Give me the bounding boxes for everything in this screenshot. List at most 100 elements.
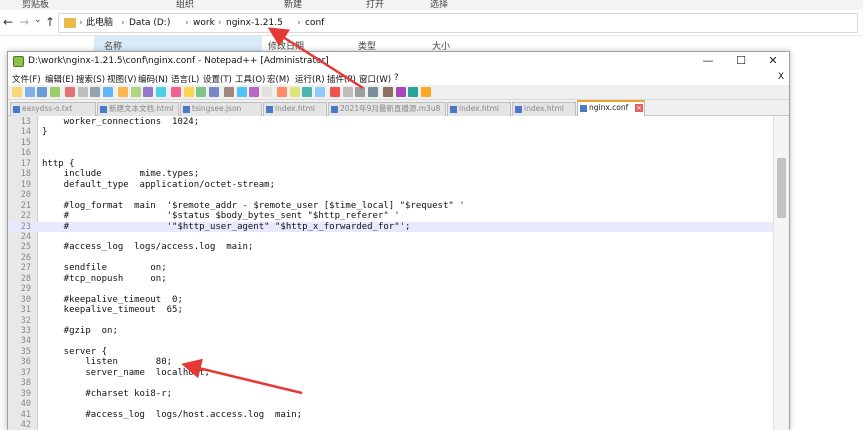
breadcrumb-work[interactable]: work bbox=[193, 17, 215, 29]
line-number: 36 bbox=[20, 357, 31, 368]
document-tab[interactable]: 2021年9月最新直播源.m3u8 bbox=[328, 102, 446, 116]
menu-run[interactable]: 运行(R) bbox=[295, 73, 325, 85]
code-line: 41 #access_log logs/host.access.log main… bbox=[8, 410, 773, 421]
line-text: keepalive_timeout 65; bbox=[42, 305, 183, 316]
maximize-button[interactable]: ☐ bbox=[731, 54, 751, 67]
menu-language[interactable]: 语言(L) bbox=[171, 73, 199, 85]
menu-encoding[interactable]: 编码(N) bbox=[138, 73, 168, 85]
code-line: 40 bbox=[8, 399, 773, 410]
undo-icon[interactable] bbox=[143, 87, 153, 97]
menu-tools[interactable]: 工具(O) bbox=[235, 73, 265, 85]
breadcrumb-conf[interactable]: conf bbox=[305, 17, 324, 29]
function-list-icon[interactable] bbox=[314, 87, 325, 97]
line-number: 27 bbox=[20, 263, 31, 274]
save-macro-icon[interactable] bbox=[408, 87, 418, 97]
line-text: worker_connections 1024; bbox=[42, 117, 200, 127]
save-all-icon[interactable] bbox=[49, 87, 60, 97]
line-number: 15 bbox=[20, 137, 31, 148]
document-tab[interactable]: index.html bbox=[447, 102, 511, 116]
save-icon[interactable] bbox=[37, 87, 47, 97]
zoom-in-icon[interactable] bbox=[196, 87, 206, 97]
stop-record-icon[interactable] bbox=[367, 87, 378, 97]
close-all-icon[interactable] bbox=[77, 87, 88, 97]
indent-guide-icon[interactable] bbox=[277, 87, 287, 97]
ribbon-group-organize: 组织 bbox=[176, 0, 195, 10]
address-bar[interactable]: › 此电脑 › Data (D:) › work › nginx-1.21.5 … bbox=[58, 13, 858, 33]
copy-icon[interactable] bbox=[118, 87, 128, 97]
paste-icon[interactable] bbox=[130, 87, 141, 97]
tab-label: index.html bbox=[524, 104, 564, 113]
menu-file[interactable]: 文件(F) bbox=[12, 73, 41, 85]
doc-map-icon[interactable] bbox=[302, 87, 312, 97]
breadcrumb-this-pc[interactable]: 此电脑 bbox=[86, 17, 113, 29]
close-icon[interactable] bbox=[65, 87, 75, 97]
tab-close-icon[interactable]: × bbox=[635, 104, 643, 112]
run-macro-icon[interactable] bbox=[395, 87, 406, 97]
code-editor[interactable]: 13 worker_connections 1024; 14} 15 16 17 http… bbox=[8, 116, 789, 430]
line-text: #gzip on; bbox=[42, 326, 118, 336]
vertical-scrollbar[interactable] bbox=[773, 116, 789, 430]
document-tab[interactable]: easydss-o.txt bbox=[10, 102, 96, 116]
menu-window[interactable]: 窗口(W) bbox=[359, 73, 391, 85]
close-button[interactable]: ✕ bbox=[763, 54, 783, 67]
line-number: 41 bbox=[20, 409, 31, 420]
ribbon-group-new: 新建 bbox=[284, 0, 303, 10]
line-number: 37 bbox=[20, 367, 31, 378]
udl-icon[interactable] bbox=[289, 87, 300, 97]
replace-icon[interactable] bbox=[183, 87, 194, 97]
document-tab[interactable]: index.html bbox=[263, 102, 327, 116]
menu-search[interactable]: 搜索(S) bbox=[76, 73, 105, 85]
menu-view[interactable]: 视图(V) bbox=[107, 73, 136, 85]
all-chars-icon[interactable] bbox=[261, 87, 272, 97]
tab-nginx-conf-active[interactable]: nginx.conf × bbox=[577, 100, 645, 116]
play-macro-icon[interactable] bbox=[383, 87, 393, 97]
history-dropdown-button[interactable]: ⌄ bbox=[34, 13, 42, 27]
new-file-icon[interactable] bbox=[12, 87, 22, 97]
word-wrap-icon[interactable] bbox=[249, 87, 259, 97]
sync-h-icon[interactable] bbox=[236, 87, 247, 97]
cut-icon[interactable] bbox=[102, 87, 113, 97]
line-number: 25 bbox=[20, 242, 31, 253]
spell-icon[interactable] bbox=[420, 87, 431, 97]
line-text: # '$status $body_bytes_sent "$http_refer… bbox=[42, 211, 400, 222]
breadcrumb-data-drive[interactable]: Data (D:) bbox=[129, 17, 170, 29]
scrollbar-thumb[interactable] bbox=[777, 158, 786, 218]
breadcrumb-separator: › bbox=[121, 18, 125, 28]
menu-plugins[interactable]: 插件(P) bbox=[327, 73, 356, 85]
up-button[interactable]: ↑ bbox=[45, 15, 55, 29]
code-line: 37 server_name localhost; bbox=[8, 368, 773, 379]
code-line: 36 listen 80; bbox=[8, 357, 773, 368]
line-number: 31 bbox=[20, 305, 31, 316]
tab-label: index.html bbox=[459, 104, 499, 113]
breadcrumb-separator: › bbox=[297, 18, 301, 28]
zoom-out-icon[interactable] bbox=[208, 87, 219, 97]
monitor-icon[interactable] bbox=[342, 87, 353, 97]
folder-workspace-icon[interactable] bbox=[330, 87, 340, 97]
document-tab[interactable]: tsingsee.json bbox=[180, 102, 262, 116]
minimize-button[interactable]: — bbox=[698, 54, 718, 67]
tab-label: easydss-o.txt bbox=[22, 104, 73, 113]
forward-button[interactable]: → bbox=[19, 15, 29, 29]
tab-label: index.html bbox=[275, 104, 315, 113]
code-line: 16 bbox=[8, 148, 773, 159]
menu-macro[interactable]: 宏(M) bbox=[267, 73, 289, 85]
document-tab[interactable]: 新建文本文档.html bbox=[97, 102, 179, 116]
code-line: 29 bbox=[8, 284, 773, 295]
record-macro-icon[interactable] bbox=[355, 87, 365, 97]
find-icon[interactable] bbox=[171, 87, 181, 97]
menu-help[interactable]: ? bbox=[394, 73, 399, 83]
print-icon[interactable] bbox=[90, 87, 100, 97]
close-document-x[interactable]: X bbox=[778, 72, 784, 82]
code-line: 17 http { bbox=[8, 159, 773, 170]
redo-icon[interactable] bbox=[155, 87, 166, 97]
sync-v-icon[interactable] bbox=[224, 87, 234, 97]
line-number: 17 bbox=[20, 158, 31, 169]
line-number: 26 bbox=[20, 252, 31, 263]
menu-settings[interactable]: 设置(T) bbox=[203, 73, 232, 85]
menu-edit[interactable]: 编辑(E) bbox=[45, 73, 74, 85]
line-number: 16 bbox=[20, 148, 31, 159]
back-button[interactable]: ← bbox=[3, 15, 13, 29]
open-file-icon[interactable] bbox=[24, 87, 35, 97]
document-tab[interactable]: index.html bbox=[512, 102, 576, 116]
breadcrumb-nginx[interactable]: nginx-1.21.5 bbox=[226, 17, 283, 29]
